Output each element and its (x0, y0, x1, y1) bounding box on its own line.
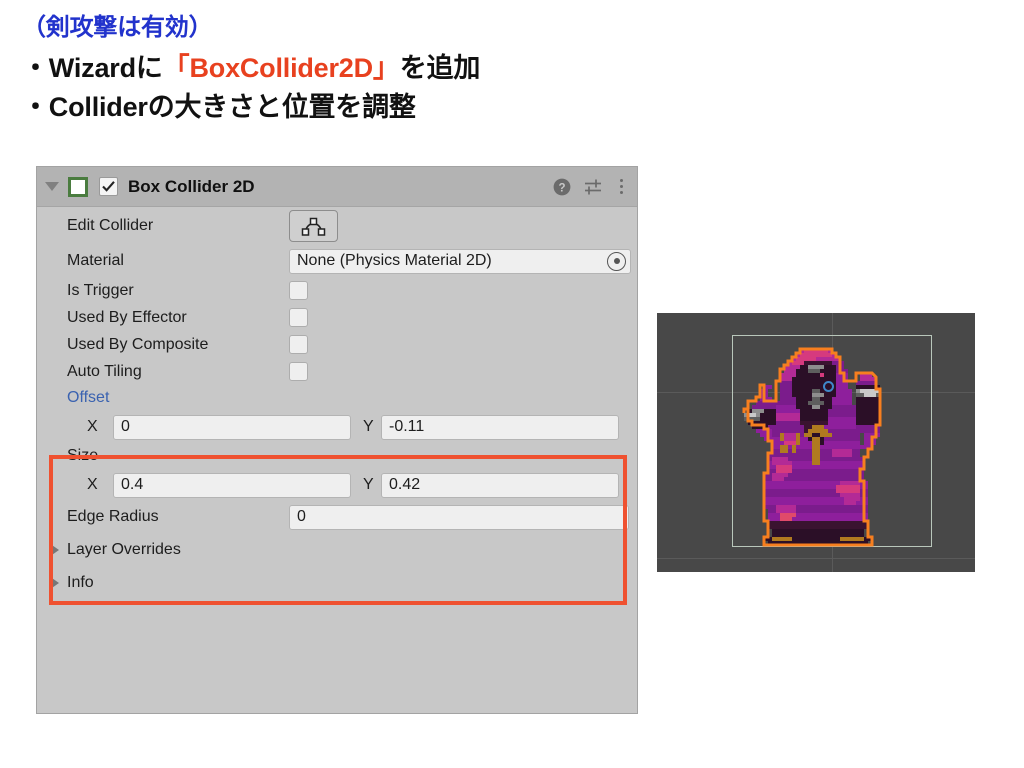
info-label: Info (67, 573, 94, 591)
triangle-right-icon (49, 542, 59, 557)
offset-y-axis-label: Y (363, 418, 374, 435)
triangle-right-icon (49, 575, 59, 590)
auto-tiling-label: Auto Tiling (67, 362, 142, 380)
bullet-1-prefix: ・Wizardに (22, 53, 163, 84)
row-used-by-effector: Used By Effector (37, 304, 637, 331)
row-is-trigger: Is Trigger (37, 277, 637, 304)
edge-radius-label: Edge Radius (67, 508, 159, 525)
row-material: Material None (Physics Material 2D) (37, 245, 637, 277)
material-value: None (Physics Material 2D) (297, 252, 492, 269)
help-icon[interactable]: ? (553, 178, 571, 196)
layer-overrides-label: Layer Overrides (67, 540, 181, 558)
object-picker-icon[interactable] (607, 251, 626, 271)
row-layer-overrides[interactable]: Layer Overrides (37, 533, 637, 566)
row-used-by-composite: Used By Composite (37, 331, 637, 358)
size-x-input[interactable]: 0.4 (113, 472, 351, 498)
size-y-axis-label: Y (363, 476, 374, 493)
inspector-body: Edit Collider Material None (Physics Mat… (37, 207, 637, 599)
scene-view-preview[interactable] (657, 313, 975, 572)
component-title: Box Collider 2D (128, 176, 255, 196)
is-trigger-label: Is Trigger (67, 281, 134, 299)
offset-y-input[interactable]: -0.11 (381, 414, 619, 440)
slide-text-block: （剣攻撃は有効） ・Wizardに「BoxCollider2D」を追加 ・Col… (22, 12, 662, 127)
size-vector-row: X 0.4 Y 0.42 (37, 469, 637, 501)
row-edge-radius: Edge Radius 0 (37, 501, 637, 533)
used-by-composite-label: Used By Composite (67, 335, 209, 353)
checkmark-icon (102, 181, 115, 192)
size-x-axis-label: X (87, 476, 98, 493)
scene-grid-horizontal (657, 558, 975, 559)
used-by-effector-checkbox[interactable] (289, 308, 308, 327)
box-collider-2d-inspector: Box Collider 2D ? Edit Collider Material… (36, 166, 638, 714)
more-options-icon[interactable] (616, 179, 627, 194)
component-header[interactable]: Box Collider 2D ? (37, 167, 637, 207)
row-info[interactable]: Info (37, 566, 637, 599)
slide-bullet-1: ・Wizardに「BoxCollider2D」を追加 (22, 50, 662, 86)
pivot-handle-icon[interactable] (823, 381, 834, 392)
material-label: Material (67, 252, 124, 269)
row-edit-collider: Edit Collider (37, 207, 637, 245)
row-auto-tiling: Auto Tiling (37, 358, 637, 385)
bullet-1-suffix: を追加 (399, 53, 481, 84)
material-object-field[interactable]: None (Physics Material 2D) (289, 248, 631, 274)
offset-group-label: Offset (67, 389, 110, 406)
bullet-1-accent: 「BoxCollider2D」 (162, 53, 400, 84)
svg-text:?: ? (558, 182, 565, 194)
edit-collider-button[interactable] (289, 210, 338, 242)
auto-tiling-checkbox[interactable] (289, 362, 308, 381)
preset-settings-icon[interactable] (584, 178, 603, 196)
is-trigger-checkbox[interactable] (289, 281, 308, 300)
edit-collider-label: Edit Collider (67, 217, 154, 234)
component-enabled-checkbox[interactable] (99, 177, 118, 196)
wizard-sprite (736, 337, 896, 553)
offset-vector-row: X 0 Y -0.11 (37, 411, 637, 443)
edit-collider-icon (301, 217, 325, 236)
used-by-composite-checkbox[interactable] (289, 335, 308, 354)
used-by-effector-label: Used By Effector (67, 308, 187, 326)
slide-bullet-2: ・Colliderの大きさと位置を調整 (22, 91, 416, 122)
offset-x-input[interactable]: 0 (113, 414, 351, 440)
triangle-down-icon[interactable] (45, 182, 59, 191)
edge-radius-input[interactable]: 0 (289, 504, 629, 530)
box-collider-2d-icon (68, 176, 88, 197)
slide-note-line: （剣攻撃は有効） (22, 14, 213, 41)
offset-x-axis-label: X (87, 418, 98, 435)
size-group-label: Size (67, 447, 99, 464)
size-y-input[interactable]: 0.42 (381, 472, 619, 498)
